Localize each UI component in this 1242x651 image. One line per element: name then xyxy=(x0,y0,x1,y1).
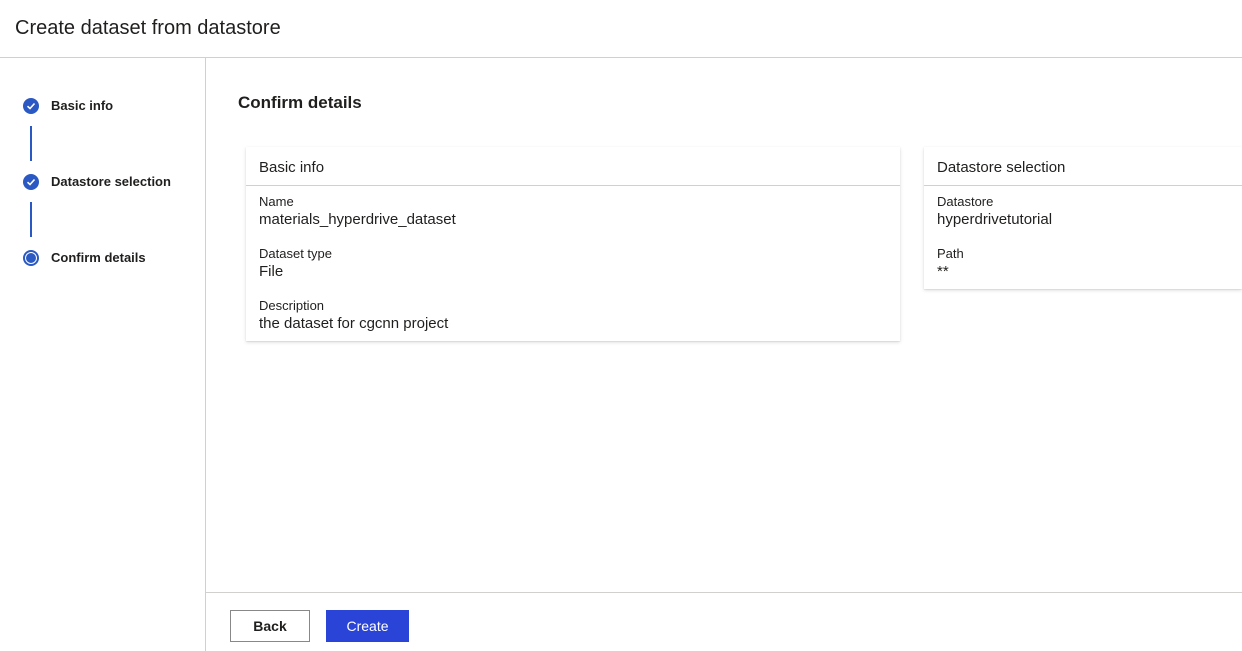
checkmark-icon xyxy=(23,98,39,114)
page-header: Create dataset from datastore xyxy=(0,0,1242,58)
field-label: Name xyxy=(259,194,294,209)
step-connector xyxy=(30,126,32,161)
back-button[interactable]: Back xyxy=(230,610,310,642)
step-connector xyxy=(30,202,32,237)
wizard-steps: Basic info Datastore selection Confirm d… xyxy=(0,58,206,651)
field-path: Path ** xyxy=(924,246,1242,282)
current-step-dot-icon xyxy=(23,250,39,266)
field-label: Dataset type xyxy=(259,246,332,261)
step-datastore-selection[interactable]: Datastore selection xyxy=(23,172,203,192)
field-name: Name materials_hyperdrive_dataset xyxy=(246,194,900,230)
checkmark-icon xyxy=(23,174,39,190)
field-label: Datastore xyxy=(937,194,994,209)
card-title: Basic info xyxy=(246,147,900,186)
field-value: File xyxy=(259,263,284,280)
field-dataset-type: Dataset type File xyxy=(246,246,900,282)
field-value: hyperdrivetutorial xyxy=(937,211,1053,228)
create-button[interactable]: Create xyxy=(326,610,409,642)
field-value: the dataset for cgcnn project xyxy=(259,315,449,332)
field-value: materials_hyperdrive_dataset xyxy=(259,211,456,228)
field-label: Path xyxy=(937,246,964,261)
step-basic-info[interactable]: Basic info xyxy=(23,96,203,116)
basic-info-card: Basic info Name materials_hyperdrive_dat… xyxy=(246,147,900,341)
step-label: Datastore selection xyxy=(51,174,171,189)
step-label: Confirm details xyxy=(51,250,146,265)
field-value: ** xyxy=(937,263,949,280)
wizard-footer: Back Create xyxy=(206,592,1242,651)
section-title: Confirm details xyxy=(238,93,362,112)
field-datastore: Datastore hyperdrivetutorial xyxy=(924,194,1242,230)
page-title: Create dataset from datastore xyxy=(15,17,281,39)
field-description: Description the dataset for cgcnn projec… xyxy=(246,298,900,334)
datastore-selection-card: Datastore selection Datastore hyperdrive… xyxy=(924,147,1242,289)
step-confirm-details[interactable]: Confirm details xyxy=(23,248,203,268)
field-label: Description xyxy=(259,298,325,313)
step-label: Basic info xyxy=(51,98,114,113)
card-title: Datastore selection xyxy=(924,147,1242,186)
